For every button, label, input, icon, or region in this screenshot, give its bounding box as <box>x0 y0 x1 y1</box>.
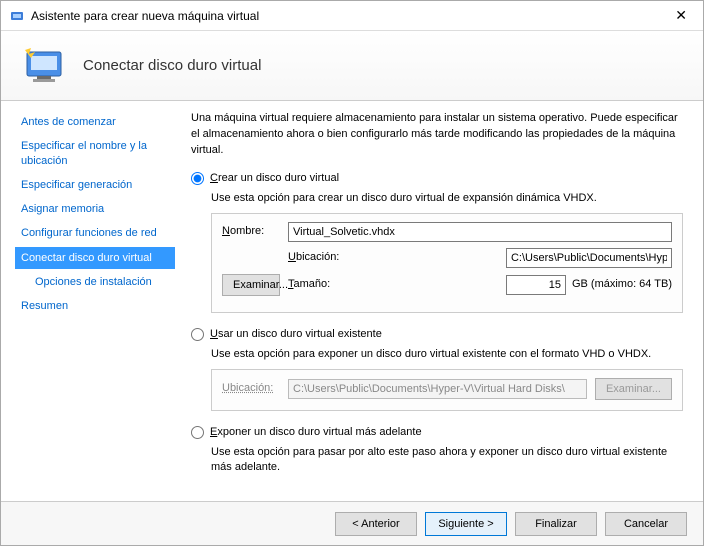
size-input[interactable] <box>506 275 566 295</box>
use-existing-fieldset: Ubicación: Examinar... <box>211 369 683 411</box>
radio-attach-later-label: Exponer un disco duro virtual más adelan… <box>210 425 422 441</box>
footer: < Anterior Siguiente > Finalizar Cancela… <box>1 501 703 545</box>
app-icon <box>9 8 25 24</box>
sidebar-item-connect-vhd[interactable]: Conectar disco duro virtual <box>15 247 175 269</box>
radio-use-existing[interactable] <box>191 328 204 341</box>
location-input[interactable] <box>506 248 672 268</box>
attach-later-desc: Use esta opción para pasar por alto este… <box>211 445 683 477</box>
use-browse-button: Examinar... <box>595 378 672 400</box>
header: Conectar disco duro virtual <box>1 31 703 101</box>
sidebar-item-generation[interactable]: Especificar generación <box>15 174 175 196</box>
sidebar-item-name-location[interactable]: Especificar el nombre y la ubicación <box>15 135 175 172</box>
wizard-icon <box>21 46 69 86</box>
use-existing-desc: Use esta opción para exponer un disco du… <box>211 347 683 363</box>
cancel-button[interactable]: Cancelar <box>605 512 687 536</box>
window-title: Asistente para crear nueva máquina virtu… <box>31 9 259 23</box>
main-panel: Una máquina virtual requiere almacenamie… <box>181 101 703 501</box>
sidebar-item-install-options[interactable]: Opciones de instalación <box>15 271 175 293</box>
previous-button[interactable]: < Anterior <box>335 512 417 536</box>
radio-use-existing-label: Usar un disco duro virtual existente <box>210 327 382 343</box>
intro-text: Una máquina virtual requiere almacenamie… <box>191 111 683 159</box>
browse-location-button[interactable]: Examinar... <box>222 274 280 296</box>
radio-attach-later[interactable] <box>191 426 204 439</box>
use-location-label: Ubicación: <box>222 381 280 397</box>
page-title: Conectar disco duro virtual <box>83 57 261 74</box>
radio-create-vhd[interactable] <box>191 172 204 185</box>
create-vhd-fieldset: Nombre: Ubicación: Examinar... Tamaño: G… <box>211 213 683 313</box>
location-label: Ubicación: <box>288 250 498 266</box>
sidebar-item-memory[interactable]: Asignar memoria <box>15 198 175 220</box>
size-label: Tamaño: <box>288 277 498 293</box>
name-input[interactable] <box>288 222 672 242</box>
finish-button[interactable]: Finalizar <box>515 512 597 536</box>
name-label: Nombre: <box>222 224 280 240</box>
sidebar-item-before-begin[interactable]: Antes de comenzar <box>15 111 175 133</box>
sidebar-item-summary[interactable]: Resumen <box>15 295 175 317</box>
radio-create-vhd-label: Crear un disco duro virtual <box>210 171 339 187</box>
next-button[interactable]: Siguiente > <box>425 512 507 536</box>
close-icon[interactable]: ✕ <box>669 7 693 24</box>
create-vhd-desc: Use esta opción para crear un disco duro… <box>211 191 683 207</box>
size-suffix: GB (máximo: 64 TB) <box>572 277 672 293</box>
sidebar: Antes de comenzar Especificar el nombre … <box>1 101 181 501</box>
titlebar: Asistente para crear nueva máquina virtu… <box>1 1 703 31</box>
sidebar-item-networking[interactable]: Configurar funciones de red <box>15 222 175 244</box>
use-location-input <box>288 379 587 399</box>
